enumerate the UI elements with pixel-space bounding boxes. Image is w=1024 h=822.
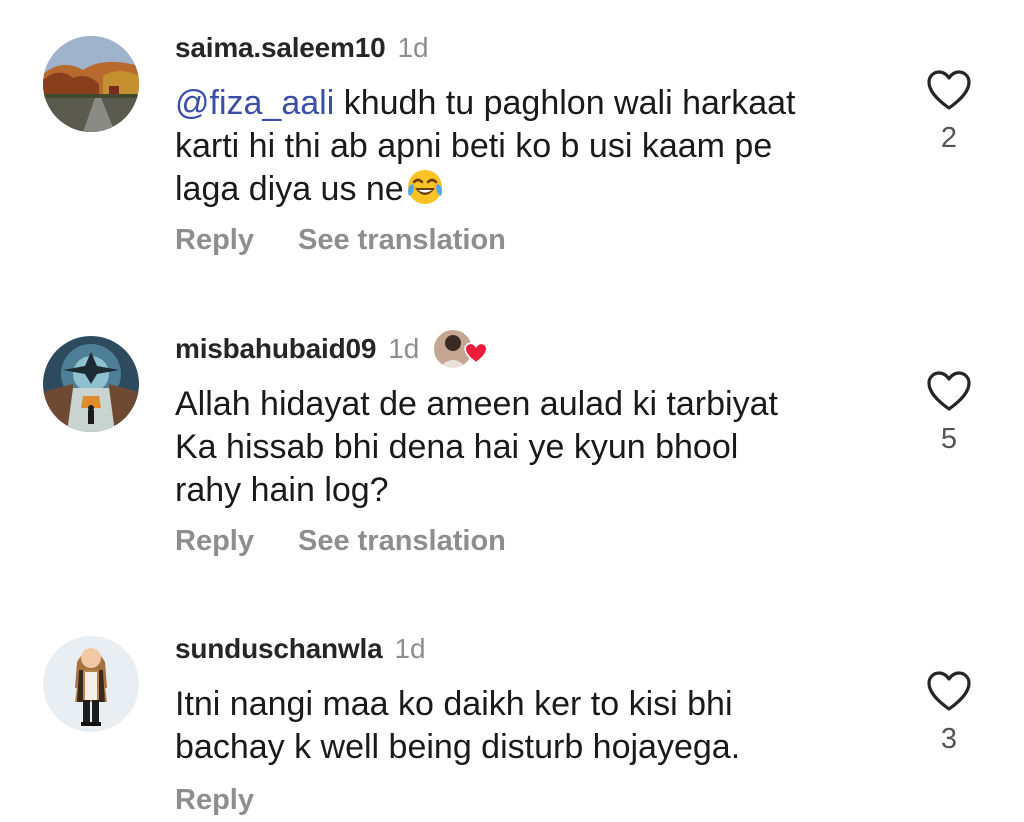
red-heart-icon bbox=[464, 342, 489, 364]
like-group: 2 bbox=[922, 68, 976, 155]
username[interactable]: misbahubaid09 bbox=[175, 333, 376, 365]
like-count: 2 bbox=[940, 122, 958, 154]
cartoon-person-avatar-image bbox=[43, 636, 139, 732]
heart-outline-icon[interactable] bbox=[925, 669, 973, 713]
face-with-tears-of-joy-icon bbox=[404, 168, 444, 217]
comment-header: misbahubaid09 1d bbox=[175, 327, 489, 371]
autumn-road-avatar-image bbox=[43, 36, 139, 132]
username[interactable]: sunduschanwla bbox=[175, 633, 383, 665]
reply-button[interactable]: Reply bbox=[175, 224, 254, 257]
like-count: 3 bbox=[940, 723, 958, 755]
avatar[interactable] bbox=[43, 336, 139, 432]
comment-text: Itni nangi maa ko daikh ker to kisi bhi … bbox=[175, 685, 741, 766]
reply-button[interactable]: Reply bbox=[175, 784, 254, 817]
timestamp: 1d bbox=[388, 333, 420, 364]
like-count: 5 bbox=[940, 423, 958, 455]
mention-link[interactable]: @fiza_aali bbox=[175, 84, 334, 122]
comment-actions: Reply bbox=[175, 780, 254, 820]
avatar[interactable] bbox=[43, 636, 139, 732]
author-reaction bbox=[431, 327, 489, 371]
heart-outline-icon[interactable] bbox=[925, 369, 973, 413]
see-translation-button[interactable]: See translation bbox=[298, 224, 506, 257]
avatar[interactable] bbox=[43, 36, 139, 132]
comment-text: @fiza_aali khudh tu paghlon wali harkaat… bbox=[175, 82, 895, 217]
comment-actions: Reply See translation bbox=[175, 521, 506, 561]
like-group: 5 bbox=[922, 369, 976, 456]
comment-header: saima.saleem10 1d bbox=[175, 28, 429, 68]
timestamp: 1d bbox=[397, 32, 429, 63]
fantasy-aircraft-avatar-image bbox=[43, 336, 139, 432]
timestamp: 1d bbox=[394, 633, 426, 664]
like-group: 3 bbox=[922, 669, 976, 756]
heart-outline-icon[interactable] bbox=[925, 68, 973, 112]
comment-actions: Reply See translation bbox=[175, 220, 506, 260]
username[interactable]: saima.saleem10 bbox=[175, 32, 386, 64]
comment-header: sunduschanwla 1d bbox=[175, 629, 426, 669]
see-translation-button[interactable]: See translation bbox=[298, 525, 506, 558]
reply-button[interactable]: Reply bbox=[175, 525, 254, 558]
comment-text: Allah hidayat de ameen aulad ki tarbiyat… bbox=[175, 385, 778, 509]
